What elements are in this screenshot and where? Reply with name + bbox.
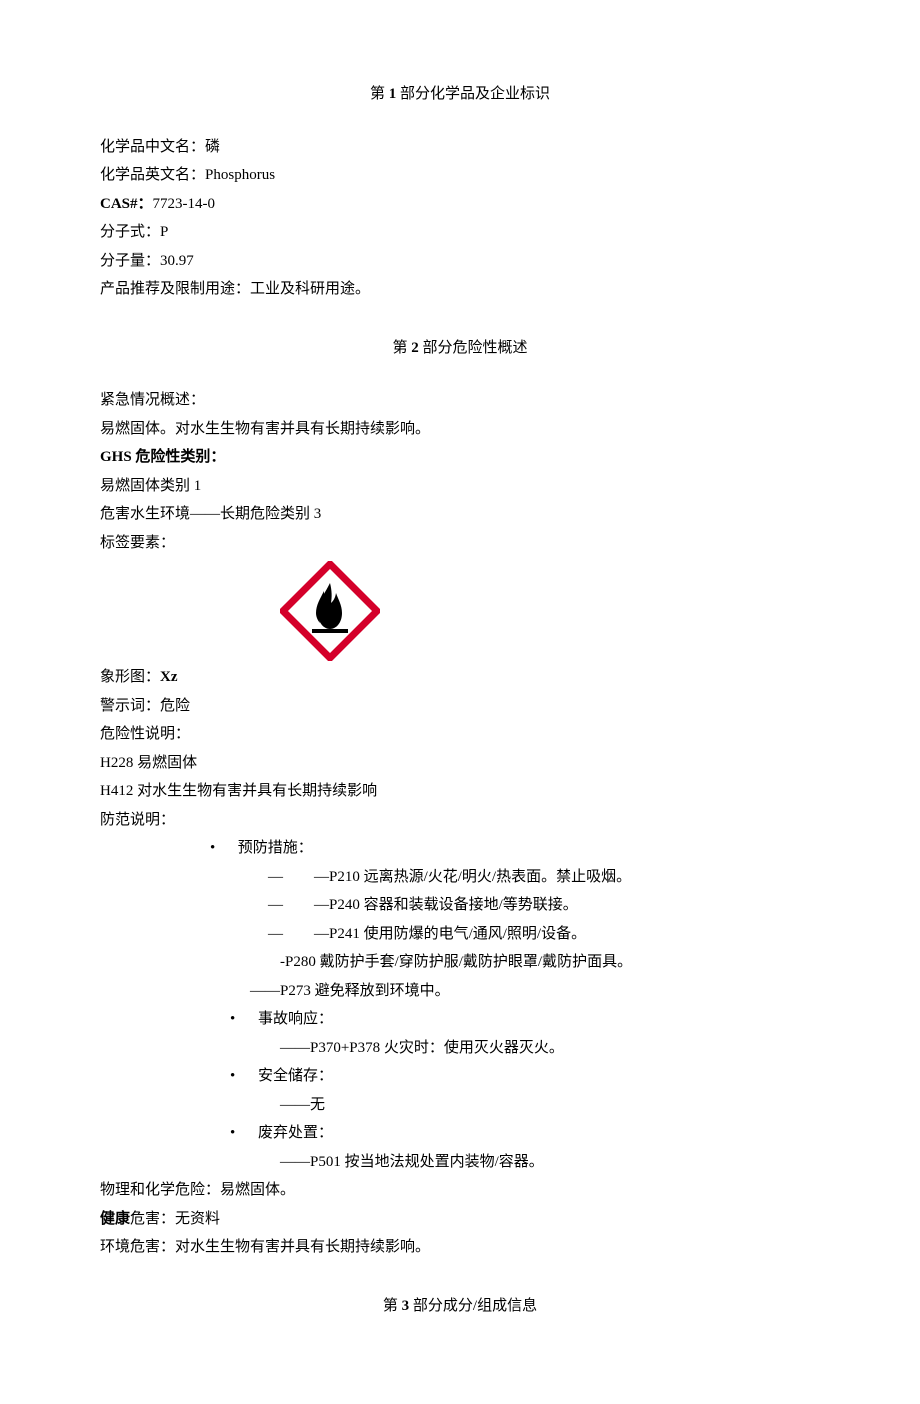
- storage-value: ——无: [280, 1091, 820, 1120]
- dash-icon: —: [268, 891, 314, 920]
- formula-value: P: [160, 224, 168, 240]
- physical-chemical-hazard: 物理和化学危险：易燃固体。: [100, 1176, 820, 1205]
- heading-pre: 第: [370, 86, 389, 102]
- env-value: 对水生生物有害并具有长期持续影响。: [175, 1239, 430, 1255]
- mw-value: 30.97: [160, 253, 194, 269]
- ghs-category-1: 易燃固体类别 1: [100, 472, 820, 501]
- bullet-icon: •: [230, 1005, 258, 1034]
- phys-label: 物理和化学危险：: [100, 1182, 220, 1198]
- health-label: 健康: [100, 1211, 130, 1227]
- formula-label: 分子式：: [100, 224, 160, 240]
- p370: ——P370+P378 火灾时：使用灭火器灭火。: [280, 1034, 820, 1063]
- pictogram-line: 象形图：Xz: [100, 663, 820, 692]
- dash-icon: —: [268, 863, 314, 892]
- phys-value: 易燃固体。: [220, 1182, 295, 1198]
- dash-icon: —: [268, 920, 314, 949]
- environmental-hazard: 环境危害：对水生生物有害并具有长期持续影响。: [100, 1233, 820, 1262]
- heading-pre: 第: [383, 1298, 402, 1314]
- storage-label: 安全储存：: [258, 1068, 333, 1084]
- signal-label: 警示词：: [100, 698, 160, 714]
- prevention-label: 预防措施：: [238, 840, 313, 856]
- response-item: •事故响应： ——P370+P378 火灾时：使用灭火器灭火。: [230, 1005, 820, 1062]
- env-label: 环境危害：: [100, 1239, 175, 1255]
- p273: ——P273 避免释放到环境中。: [250, 977, 820, 1006]
- label-elements: 标签要素：: [100, 529, 820, 558]
- en-name-value: Phosphorus: [205, 167, 275, 183]
- h228: H228 易燃固体: [100, 749, 820, 778]
- mw-label: 分子量：: [100, 253, 160, 269]
- cn-name-label: 化学品中文名：: [100, 139, 205, 155]
- ghs-category-label: GHS 危险性类别：: [100, 443, 820, 472]
- molecular-weight: 分子量：30.97: [100, 247, 820, 276]
- disposal-label: 废弃处置：: [258, 1125, 333, 1141]
- flame-icon: [280, 561, 380, 661]
- heading-post: 部分成分/组成信息: [409, 1298, 537, 1314]
- health-rest: 危害：无资料: [130, 1211, 220, 1227]
- disposal-item: •废弃处置： ——P501 按当地法规处置内装物/容器。: [230, 1119, 820, 1176]
- signal-word: 警示词：危险: [100, 692, 820, 721]
- bullet-icon: •: [230, 1062, 258, 1091]
- emergency-overview-label: 紧急情况概述：: [100, 386, 820, 415]
- en-name-label: 化学品英文名：: [100, 167, 205, 183]
- ghs-flammable-pictogram: [280, 561, 820, 661]
- chemical-cn-name: 化学品中文名：磷: [100, 133, 820, 162]
- molecular-formula: 分子式：P: [100, 218, 820, 247]
- storage-item: •安全储存： ——无: [230, 1062, 820, 1119]
- precaution-label: 防范说明：: [100, 806, 820, 835]
- h412: H412 对水生生物有害并具有长期持续影响: [100, 777, 820, 806]
- bullet-icon: •: [230, 1119, 258, 1148]
- heading-num: 2: [411, 340, 419, 356]
- cas-value: 7723-14-0: [153, 196, 216, 212]
- section3-heading: 第 3 部分成分/组成信息: [100, 1292, 820, 1321]
- heading-post: 部分危险性概述: [419, 340, 528, 356]
- section2-heading: 第 2 部分危险性概述: [100, 334, 820, 363]
- use-label: 产品推荐及限制用途：: [100, 281, 250, 297]
- signal-value: 危险: [160, 698, 190, 714]
- section1-heading: 第 1 部分化学品及企业标识: [100, 80, 820, 109]
- p240: ——P240 容器和装载设备接地/等势联接。: [268, 891, 820, 920]
- hazard-statements-label: 危险性说明：: [100, 720, 820, 749]
- heading-post: 部分化学品及企业标识: [396, 86, 550, 102]
- heading-pre: 第: [392, 340, 411, 356]
- cas-label: CAS#：: [100, 196, 153, 212]
- chemical-en-name: 化学品英文名：Phosphorus: [100, 161, 820, 190]
- p501: ——P501 按当地法规处置内装物/容器。: [280, 1148, 820, 1177]
- response-label: 事故响应：: [258, 1011, 333, 1027]
- cn-name-value: 磷: [205, 139, 220, 155]
- pictogram-label: 象形图：: [100, 669, 160, 685]
- pictogram-code: Xz: [160, 669, 178, 685]
- emergency-overview-text: 易燃固体。对水生生物有害并具有长期持续影响。: [100, 415, 820, 444]
- health-hazard: 健康危害：无资料: [100, 1205, 820, 1234]
- p241: ——P241 使用防爆的电气/通风/照明/设备。: [268, 920, 820, 949]
- prevention-item: 预防措施： ——P210 远离热源/火花/明火/热表面。禁止吸烟。 ——P240…: [210, 834, 820, 1005]
- cas-number: CAS#：7723-14-0: [100, 190, 820, 219]
- p210: ——P210 远离热源/火花/明火/热表面。禁止吸烟。: [268, 863, 820, 892]
- use-value: 工业及科研用途。: [250, 281, 370, 297]
- product-use: 产品推荐及限制用途：工业及科研用途。: [100, 275, 820, 304]
- ghs-category-2: 危害水生环境——长期危险类别 3: [100, 500, 820, 529]
- p280: -P280 戴防护手套/穿防护服/戴防护眼罩/戴防护面具。: [280, 948, 820, 977]
